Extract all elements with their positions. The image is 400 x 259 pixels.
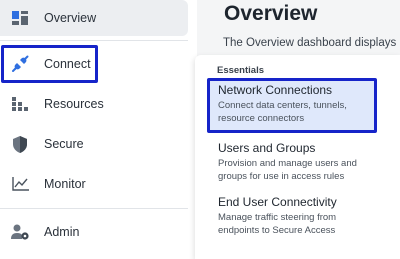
sidebar-item-admin[interactable]: Admin: [0, 214, 188, 250]
sidebar-item-label: Admin: [44, 225, 80, 239]
page-description: The Overview dashboard displays: [223, 37, 397, 49]
menu-item-description: Connect data centers, tunnels, resource …: [218, 100, 347, 124]
shield-icon: [11, 135, 29, 153]
sidebar-item-label: Connect: [44, 57, 91, 71]
menu-item-users-and-groups[interactable]: Users and Groups Provision and manage us…: [207, 137, 377, 187]
sidebar-item-overview[interactable]: Overview: [0, 0, 188, 36]
sidebar-item-label: Secure: [44, 137, 84, 151]
sidebar-item-monitor[interactable]: Monitor: [0, 166, 188, 202]
menu-item-title: Users and Groups: [218, 141, 316, 155]
menu-item-network-connections[interactable]: Network Connections Connect data centers…: [207, 78, 377, 133]
menu-item-description: Provision and manage users and groups fo…: [218, 158, 357, 182]
page-title: Overview: [224, 2, 318, 25]
dashboard-icon: [11, 9, 29, 27]
resources-icon: [11, 95, 29, 113]
sidebar-item-secure[interactable]: Secure: [0, 126, 188, 162]
user-settings-icon: [11, 223, 29, 241]
menu-item-end-user-connectivity[interactable]: End User Connectivity Manage traffic ste…: [207, 191, 377, 241]
sidebar-item-label: Monitor: [44, 177, 86, 191]
divider: [0, 208, 188, 209]
plug-icon: [11, 55, 29, 73]
connect-dropdown-menu: Essentials Network Connections Connect d…: [195, 55, 400, 259]
sidebar-item-label: Resources: [44, 97, 104, 111]
sidebar: Overview Connect Resources Secure Monito…: [0, 0, 197, 259]
menu-item-title: Network Connections: [218, 83, 333, 97]
divider: [0, 40, 188, 41]
line-chart-icon: [11, 175, 29, 193]
sidebar-item-resources[interactable]: Resources: [0, 86, 188, 122]
menu-item-description: Manage traffic steering from endpoints t…: [218, 212, 337, 236]
sidebar-item-label: Overview: [44, 11, 97, 25]
sidebar-item-connect[interactable]: Connect: [0, 46, 188, 82]
menu-section-heading: Essentials: [217, 65, 264, 76]
menu-item-title: End User Connectivity: [218, 195, 337, 209]
